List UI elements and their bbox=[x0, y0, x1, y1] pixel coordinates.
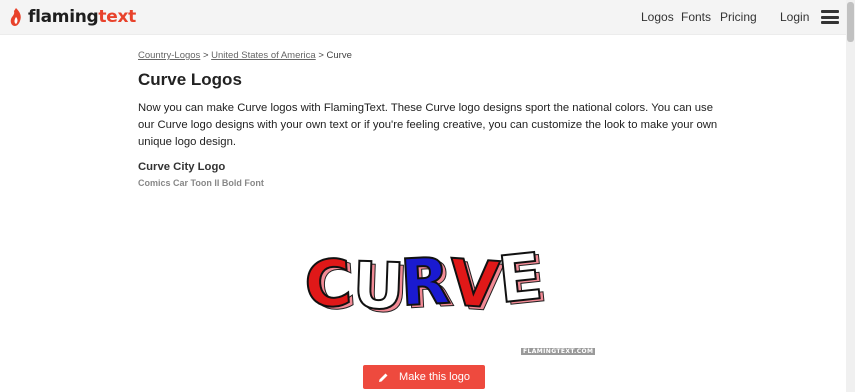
brand-suffix: text bbox=[98, 7, 136, 27]
logo-letter-c: CC bbox=[301, 245, 359, 326]
nav-fonts-label[interactable]: Fonts bbox=[681, 10, 711, 24]
svg-text:C: C bbox=[302, 246, 354, 314]
page-title: Curve Logos bbox=[138, 70, 242, 89]
flamingtext-logo[interactable]: flamingtext bbox=[8, 6, 136, 28]
breadcrumb: Country-Logos > United States of America… bbox=[138, 50, 352, 61]
flame-icon bbox=[10, 8, 21, 26]
scrollbar-thumb[interactable] bbox=[847, 2, 854, 42]
logo-preview-image[interactable]: CCUURRVVEE bbox=[300, 234, 551, 328]
watermark: FLAMINGTEXT.COM bbox=[521, 348, 596, 355]
breadcrumb-country-logos[interactable]: Country-Logos bbox=[138, 50, 200, 61]
logo-font-name: Comics Car Toon II Bold Font bbox=[138, 178, 264, 188]
nav-pricing-label[interactable]: Pricing bbox=[720, 10, 757, 24]
nav-fonts[interactable]: Fonts bbox=[681, 0, 711, 34]
pencil-icon bbox=[378, 372, 389, 383]
nav-logos[interactable]: Logos bbox=[641, 0, 674, 34]
breadcrumb-separator: > bbox=[315, 50, 327, 61]
brand-name: flamingtext bbox=[28, 7, 136, 27]
brand-prefix: flaming bbox=[28, 7, 99, 27]
nav-login-label[interactable]: Login bbox=[780, 10, 809, 24]
svg-text:R: R bbox=[399, 245, 452, 314]
make-this-logo-label[interactable]: Make this logo bbox=[399, 371, 470, 383]
svg-text:U: U bbox=[351, 249, 406, 314]
vertical-scrollbar[interactable] bbox=[846, 0, 855, 392]
nav-pricing[interactable]: Pricing bbox=[720, 0, 757, 34]
svg-text:E: E bbox=[495, 240, 546, 314]
breadcrumb-separator: > bbox=[200, 50, 212, 61]
top-header: flamingtext Logos Fonts Pricing Login bbox=[0, 0, 855, 35]
page-description: Now you can make Curve logos with Flamin… bbox=[138, 102, 718, 148]
logo-title: Curve City Logo bbox=[138, 161, 226, 173]
hamburger-menu-icon[interactable] bbox=[821, 10, 839, 24]
nav-login[interactable]: Login bbox=[780, 0, 809, 34]
breadcrumb-current: Curve bbox=[326, 50, 352, 61]
nav-logos-label[interactable]: Logos bbox=[641, 10, 674, 24]
logo-letter-e: EE bbox=[494, 239, 551, 321]
make-this-logo-button[interactable]: Make this logo bbox=[363, 365, 485, 389]
breadcrumb-usa[interactable]: United States of America bbox=[211, 50, 316, 61]
logo-preview-svg: CC UURRVVEE bbox=[301, 239, 551, 328]
svg-text:V: V bbox=[447, 246, 502, 314]
